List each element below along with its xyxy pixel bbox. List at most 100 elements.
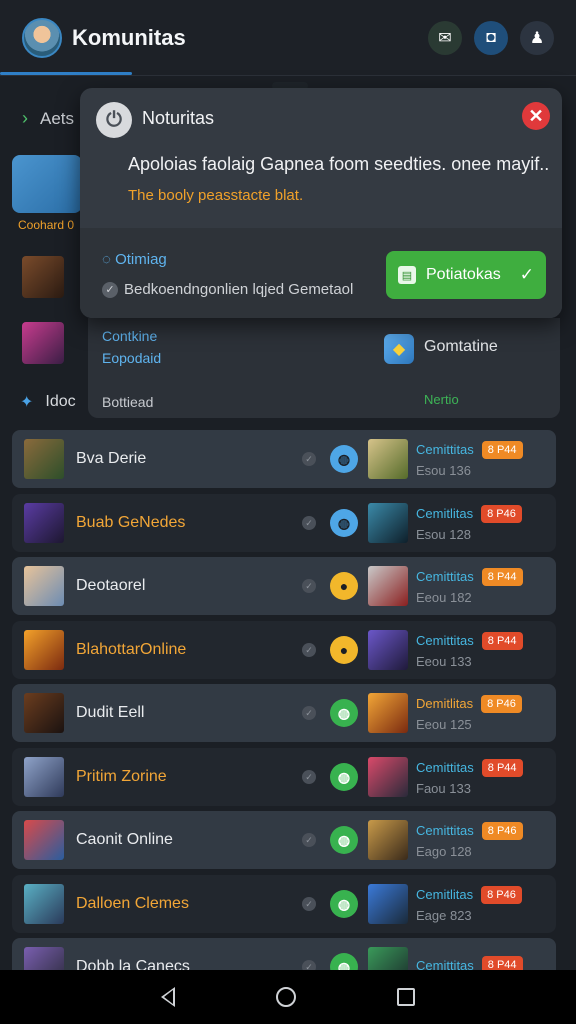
status-badge-icon[interactable]: ● [330,636,358,664]
game-thumb[interactable] [368,884,408,924]
verified-icon: ✓ [302,897,316,911]
info-panel: Contkine Eopodaid Bottiead ◆ Gomtatine N… [88,318,560,418]
status-badge-icon[interactable]: ◍ [330,699,358,727]
item-subtext: Eeou 182 [416,589,472,605]
community-label: Cemittitas [416,823,474,838]
status-badge-icon[interactable]: ◍ [330,509,358,537]
list-item[interactable]: Bva Derie ✓ ◍ Cemittitas 8 P44 Esou 136 [12,430,556,488]
avatar-thumb [24,884,64,924]
price-badge[interactable]: 8 P44 [481,631,523,650]
price-badge[interactable]: 8 P46 [481,694,522,713]
status-badge-icon[interactable]: ◍ [330,763,358,791]
app-header: Komunitas ✉ ◘ ♟ [0,0,576,76]
price-badge[interactable]: 8 P46 [481,504,522,523]
popup-subtext: The booly peasstacte blat. [128,187,304,204]
avatar-thumb [24,503,64,543]
price-badge[interactable]: 8 P44 [481,440,523,459]
item-name: Pritim Zorine [76,768,167,785]
game-thumb[interactable] [368,693,408,733]
user-icon[interactable]: ♟ [520,21,554,55]
status-badge-icon[interactable]: ● [330,572,358,600]
avatar-thumb [24,820,64,860]
game-thumb[interactable] [368,566,408,606]
power-icon: ⏻ [96,102,132,138]
item-name: Caonit Online [76,831,173,848]
mail-icon[interactable]: ✉ [428,21,462,55]
item-info-top: Cemittitas 8 P44 [416,567,523,586]
recents-icon[interactable] [397,988,416,1006]
panel-line: Contkine [102,328,158,344]
item-name: Dudit Eell [76,704,145,721]
app-label: Gomtatine [424,338,498,355]
checkmark-icon: ✓ [519,265,534,284]
community-label: Cemittitas [416,760,474,775]
verified-icon: ✓ [302,770,316,784]
section-label: Idoc [45,393,76,410]
item-name: Dalloen Clemes [76,895,189,912]
status-badge-icon[interactable]: ◍ [330,890,358,918]
back-icon[interactable] [160,987,175,1007]
item-name: Deotaorel [76,577,146,594]
confirm-checkbox[interactable]: ✓ Bedkoendngonlien lqjed Gemetaol [102,281,353,298]
status-text: Nertio [424,392,459,407]
item-info-top: Cemitlitas 8 P46 [416,504,522,523]
featured-card-label: Coohard 0 [18,218,75,232]
notification-popup: ⏻ Noturitas ✕ Apoloias faolaig Gapnea fo… [80,88,562,318]
list-item[interactable]: Buab GeNedes ✓ ◍ Cemitlitas 8 P46 Esou 128 [12,494,556,552]
home-icon[interactable] [275,987,296,1007]
section-header[interactable]: › Aets [22,108,74,129]
list-item[interactable]: BlahottarOnline ✓ ● Cemittitas 8 P44 Eeou 133 [12,621,556,679]
list-item[interactable]: Pritim Zorine ✓ ◍ Cemittitas 8 P44 Faou 133 [12,748,556,806]
item-info-top: Demitlitas 8 P46 [416,694,522,713]
close-button[interactable]: ✕ [522,102,550,130]
item-info: Cemitlitas 8 P46 Eage 823 [416,885,522,923]
avatar-thumb [24,566,64,606]
list-item[interactable]: Dalloen Clemes ✓ ◍ Cemitlitas 8 P46 Eage 823 [12,875,556,933]
list-item[interactable]: Caonit Online ✓ ◍ Cemittitas 8 P46 Eago 128 [12,811,556,869]
item-subtext: Eeou 133 [416,653,472,669]
item-subtext: Eago 128 [416,843,472,859]
list-item[interactable]: Dudit Eell ✓ ◍ Demitlitas 8 P46 Eeou 125 [12,684,556,742]
item-subtext: Eeou 125 [416,716,472,732]
verified-icon: ✓ [302,516,316,530]
game-thumb[interactable] [368,820,408,860]
price-badge[interactable]: 8 P44 [481,758,523,777]
price-badge[interactable]: 8 P44 [481,567,523,586]
avatar[interactable] [22,18,62,58]
verified-icon: ✓ [302,833,316,847]
app-icon[interactable]: ◆ [384,334,414,364]
list-item[interactable]: Deotaorel ✓ ● Cemittitas 8 P44 Eeou 182 [12,557,556,615]
avatar-thumb [24,693,64,733]
game-thumb[interactable] [368,757,408,797]
item-name: BlahottarOnline [76,641,187,658]
background-thumb[interactable] [22,322,64,364]
price-badge[interactable]: 8 P46 [481,821,523,840]
price-badge[interactable]: 8 P46 [481,885,522,904]
item-name: Buab GeNedes [76,514,186,531]
section-label: Aets [40,108,75,128]
popup-title: Noturitas [142,108,215,128]
item-subtext: Esou 136 [416,462,471,478]
status-badge-icon[interactable]: ◍ [330,445,358,473]
status-badge-icon[interactable]: ◍ [330,826,358,854]
section-header[interactable]: ✦ Idoc [20,392,76,412]
game-thumb[interactable] [368,439,408,479]
action-button[interactable]: ▤ Potiatokas ✓ [386,251,546,299]
checkbox-label: Bedkoendngonlien lqjed Gemetaol [124,281,354,298]
community-label: Cemittitas [416,569,474,584]
verified-icon: ✓ [302,452,316,466]
check-icon: ✓ [102,281,118,298]
square-icon[interactable]: ◘ [474,21,508,55]
item-info-top: Cemittitas 8 P46 [416,821,523,840]
community-label: Demitlitas [416,696,474,711]
item-subtext: Eage 823 [416,907,472,923]
game-thumb[interactable] [368,503,408,543]
item-subtext: Esou 128 [416,526,471,542]
verified-icon: ✓ [302,706,316,720]
item-info-top: Cemittitas 8 P44 [416,440,523,459]
featured-card[interactable] [12,155,82,213]
item-info-top: Cemittitas 8 P44 [416,758,523,777]
verified-icon: ✓ [302,579,316,593]
background-thumb[interactable] [22,256,64,298]
game-thumb[interactable] [368,630,408,670]
